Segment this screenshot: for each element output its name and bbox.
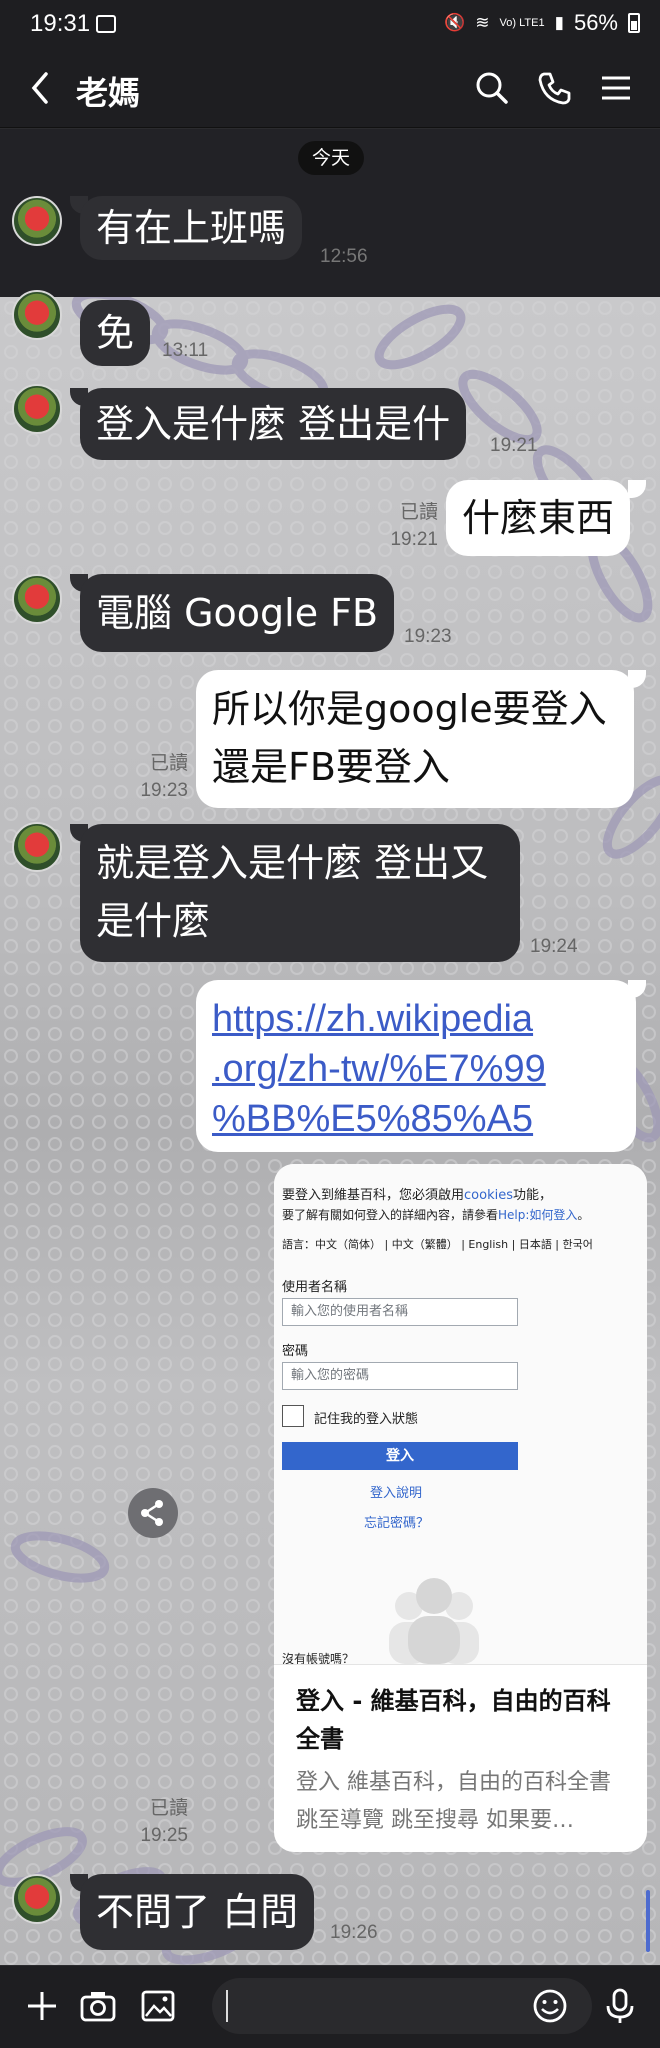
emoji-icon[interactable] bbox=[530, 1986, 570, 2026]
message-text-line: 還是FB要登入 bbox=[212, 745, 450, 789]
signal-icon: ▮ bbox=[554, 13, 564, 32]
microphone-icon[interactable] bbox=[600, 1986, 640, 2026]
message-text: 免 bbox=[96, 311, 135, 355]
divider bbox=[274, 1664, 647, 1665]
message-time: 19:23 bbox=[404, 626, 452, 647]
username-label: 使用者名稱 bbox=[282, 1280, 348, 1295]
message-bubble-outgoing[interactable]: 所以你是google要登入 還是FB要登入 bbox=[196, 670, 634, 808]
search-icon[interactable] bbox=[470, 66, 514, 110]
message-bubble-incoming[interactable]: 就是登入是什麼 登出又 是什麼 bbox=[80, 824, 520, 962]
gallery-notification-icon bbox=[96, 15, 116, 33]
preview-title: 登入 - 維基百科，自由的百科全書 bbox=[296, 1687, 611, 1753]
status-time: 19:31 bbox=[30, 10, 91, 37]
message-bubble-link[interactable]: https://zh.wikipedia .org/zh-tw/%E7%99 %… bbox=[196, 980, 636, 1152]
contact-avatar[interactable] bbox=[12, 196, 62, 246]
preview-text: 要了解有關如何登入的詳細內容，請參看Help:如何登入。 bbox=[282, 1208, 590, 1222]
mute-icon: 🔇 bbox=[444, 13, 466, 32]
chat-header: 老媽 bbox=[0, 52, 660, 128]
contact-avatar[interactable] bbox=[12, 822, 62, 872]
chat-title: 老媽 bbox=[76, 74, 141, 112]
message-text: 電腦 Google FB bbox=[96, 591, 379, 635]
message-bubble-incoming[interactable]: 有在上班嗎 bbox=[80, 196, 303, 260]
remember-label: 記住我的登入狀態 bbox=[314, 1412, 419, 1427]
link-text-line[interactable]: https://zh.wikipedia bbox=[212, 994, 620, 1044]
phone-icon[interactable] bbox=[532, 66, 576, 110]
plus-icon[interactable] bbox=[22, 1986, 62, 2026]
contact-avatar[interactable] bbox=[12, 290, 62, 340]
people-silhouette-icon bbox=[389, 1578, 479, 1664]
message-bubble-incoming[interactable]: 免 bbox=[80, 300, 151, 366]
message-bubble-incoming[interactable]: 不問了 白問 bbox=[80, 1874, 315, 1950]
message-time: 12:56 bbox=[320, 246, 368, 267]
message-text-line: 是什麼 bbox=[96, 899, 211, 943]
status-bar: 19:31 🔇 ≋ Vo) LTE1 ▮ 56% bbox=[0, 0, 660, 52]
preview-language-links: 語言：中文（简体） | 中文（繁體） | English | 日本語 | 한국어 bbox=[282, 1238, 593, 1251]
message-text-line: 所以你是google要登入 bbox=[212, 687, 607, 731]
battery-icon bbox=[628, 13, 640, 33]
login-help-link: 登入說明 bbox=[370, 1486, 423, 1501]
message-bubble-incoming[interactable]: 登入是什麼 登出是什 bbox=[80, 388, 467, 460]
remember-checkbox bbox=[282, 1405, 304, 1427]
message-time: 19:21 bbox=[390, 529, 438, 550]
link-preview-card[interactable]: 要登入到維基百科，您必須啟用cookies功能， 要了解有關如何登入的詳細內容，… bbox=[274, 1164, 647, 1852]
image-icon[interactable] bbox=[138, 1986, 178, 2026]
message-bubble-outgoing[interactable]: 什麼東西 bbox=[446, 480, 631, 556]
contact-avatar[interactable] bbox=[12, 574, 62, 624]
preview-text: 要登入到維基百科，您必須啟用cookies功能， bbox=[282, 1188, 552, 1203]
share-button[interactable] bbox=[128, 1488, 178, 1538]
message-text: 什麼東西 bbox=[462, 496, 615, 540]
contact-avatar[interactable] bbox=[12, 384, 62, 434]
forgot-password-link: 忘記密碼？ bbox=[364, 1516, 430, 1531]
password-field: 輸入您的密碼 bbox=[282, 1362, 518, 1390]
preview-description: 登入 維基百科，自由的百科全書 跳至導覽 跳至搜尋 如果要… bbox=[296, 1770, 611, 1833]
message-time: 19:23 bbox=[140, 780, 188, 801]
status-icons: 🔇 ≋ Vo) LTE1 ▮ 56% bbox=[444, 10, 640, 36]
message-text: 有在上班嗎 bbox=[96, 206, 287, 250]
battery-percent: 56% bbox=[573, 10, 618, 35]
read-receipt: 已讀 bbox=[149, 753, 188, 774]
message-text: 不問了 白問 bbox=[96, 1890, 299, 1934]
network-type: Vo) LTE1 bbox=[499, 16, 545, 29]
camera-icon[interactable] bbox=[78, 1986, 118, 2026]
username-field: 輸入您的使用者名稱 bbox=[282, 1298, 518, 1326]
link-text-line[interactable]: .org/zh-tw/%E7%99 bbox=[212, 1044, 620, 1094]
message-time: 19:21 bbox=[490, 435, 538, 456]
wifi-icon: ≋ bbox=[475, 13, 490, 32]
read-receipt: 已讀 bbox=[399, 502, 438, 523]
read-receipt: 已讀 bbox=[149, 1798, 188, 1819]
message-text: 登入是什麼 登出是什 bbox=[96, 402, 451, 446]
scrollbar[interactable] bbox=[646, 1890, 650, 1952]
no-account-text: 沒有帳號嗎？ bbox=[282, 1652, 355, 1664]
message-time: 19:25 bbox=[140, 1825, 188, 1846]
share-icon bbox=[141, 1500, 163, 1526]
password-label: 密碼 bbox=[282, 1344, 309, 1359]
message-input-bar bbox=[0, 1966, 660, 2048]
link-text-line[interactable]: %BB%E5%85%A5 bbox=[212, 1094, 620, 1144]
contact-avatar[interactable] bbox=[12, 1874, 62, 1924]
hamburger-menu-icon[interactable] bbox=[594, 66, 638, 110]
text-cursor bbox=[226, 1990, 228, 2022]
preview-screenshot: 要登入到維基百科，您必須啟用cookies功能， 要了解有關如何登入的詳細內容，… bbox=[274, 1164, 647, 1664]
message-time: 19:26 bbox=[330, 1922, 378, 1943]
date-divider: 今天 bbox=[298, 141, 365, 175]
message-text-line: 就是登入是什麼 登出又 bbox=[96, 841, 489, 885]
message-time: 19:24 bbox=[530, 936, 578, 957]
login-button: 登入 bbox=[282, 1442, 518, 1470]
message-bubble-incoming[interactable]: 電腦 Google FB bbox=[80, 574, 395, 652]
message-time: 13:11 bbox=[162, 340, 209, 361]
back-arrow-icon[interactable] bbox=[28, 70, 52, 115]
